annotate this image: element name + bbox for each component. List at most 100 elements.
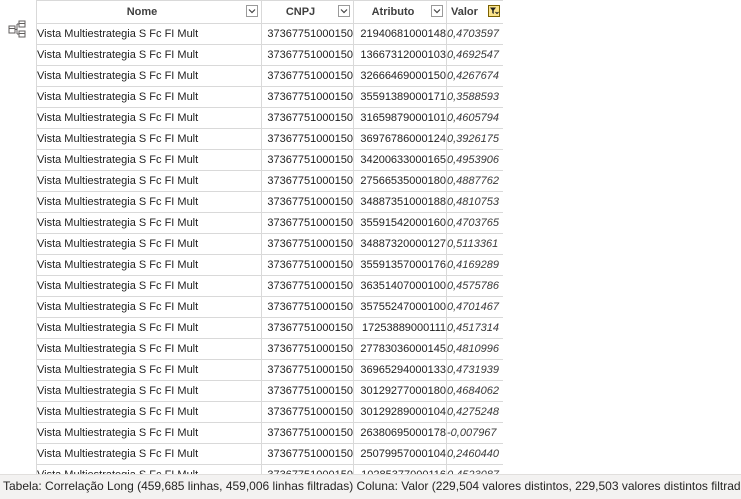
cell-cnpj[interactable]: 37367751000150 bbox=[261, 464, 354, 474]
cell-valor[interactable]: 0,4267674 bbox=[446, 65, 503, 87]
table-row[interactable]: Vista Multiestrategia S Fc FI Mult373677… bbox=[36, 359, 503, 381]
cell-atributo[interactable]: 35591357000176 bbox=[353, 254, 447, 276]
cell-atributo[interactable]: 35591542000160 bbox=[353, 212, 447, 234]
table-row[interactable]: Vista Multiestrategia S Fc FI Mult373677… bbox=[36, 212, 503, 234]
cell-cnpj[interactable]: 37367751000150 bbox=[261, 86, 354, 108]
cell-cnpj[interactable]: 37367751000150 bbox=[261, 401, 354, 423]
cell-valor[interactable]: 0,4684062 bbox=[446, 380, 503, 402]
chevron-down-icon[interactable] bbox=[431, 5, 443, 17]
cell-valor[interactable]: 0,4810753 bbox=[446, 191, 503, 213]
cell-atributo[interactable]: 27783036000145 bbox=[353, 338, 447, 360]
table-row[interactable]: Vista Multiestrategia S Fc FI Mult373677… bbox=[36, 338, 503, 360]
cell-atributo[interactable]: 34200633000165 bbox=[353, 149, 447, 171]
cell-valor[interactable]: 0,4701467 bbox=[446, 296, 503, 318]
table-row[interactable]: Vista Multiestrategia S Fc FI Mult373677… bbox=[36, 275, 503, 297]
cell-cnpj[interactable]: 37367751000150 bbox=[261, 317, 354, 339]
cell-valor[interactable]: 0,4275248 bbox=[446, 401, 503, 423]
cell-atributo[interactable]: 21940681000148 bbox=[353, 23, 447, 45]
cell-nome[interactable]: Vista Multiestrategia S Fc FI Mult bbox=[36, 170, 262, 192]
cell-atributo[interactable]: 34887351000188 bbox=[353, 191, 447, 213]
cell-valor[interactable]: -0,007967 bbox=[446, 422, 503, 444]
cell-nome[interactable]: Vista Multiestrategia S Fc FI Mult bbox=[36, 23, 262, 45]
cell-nome[interactable]: Vista Multiestrategia S Fc FI Mult bbox=[36, 443, 262, 465]
cell-cnpj[interactable]: 37367751000150 bbox=[261, 23, 354, 45]
cell-cnpj[interactable]: 37367751000150 bbox=[261, 65, 354, 87]
cell-atributo[interactable]: 36351407000100 bbox=[353, 275, 447, 297]
cell-cnpj[interactable]: 37367751000150 bbox=[261, 422, 354, 444]
cell-atributo[interactable]: 30129289000104 bbox=[353, 401, 447, 423]
cell-valor[interactable]: 0,4605794 bbox=[446, 107, 503, 129]
chevron-down-icon[interactable] bbox=[338, 5, 350, 17]
chevron-down-icon[interactable] bbox=[246, 5, 258, 17]
table-row[interactable]: Vista Multiestrategia S Fc FI Mult373677… bbox=[36, 128, 503, 150]
table-row[interactable]: Vista Multiestrategia S Fc FI Mult373677… bbox=[36, 422, 503, 444]
cell-cnpj[interactable]: 37367751000150 bbox=[261, 191, 354, 213]
cell-valor[interactable]: 0,4575786 bbox=[446, 275, 503, 297]
cell-atributo[interactable]: 35591389000171 bbox=[353, 86, 447, 108]
cell-valor[interactable]: 0,4731939 bbox=[446, 359, 503, 381]
cell-valor[interactable]: 0,3926175 bbox=[446, 128, 503, 150]
cell-nome[interactable]: Vista Multiestrategia S Fc FI Mult bbox=[36, 44, 262, 66]
cell-valor[interactable]: 0,4692547 bbox=[446, 44, 503, 66]
table-row[interactable]: Vista Multiestrategia S Fc FI Mult373677… bbox=[36, 86, 503, 108]
table-row[interactable]: Vista Multiestrategia S Fc FI Mult373677… bbox=[36, 191, 503, 213]
table-row[interactable]: Vista Multiestrategia S Fc FI Mult373677… bbox=[36, 464, 503, 474]
cell-cnpj[interactable]: 37367751000150 bbox=[261, 296, 354, 318]
column-header-nome[interactable]: Nome bbox=[36, 0, 262, 24]
cell-nome[interactable]: Vista Multiestrategia S Fc FI Mult bbox=[36, 65, 262, 87]
table-row[interactable]: Vista Multiestrategia S Fc FI Mult373677… bbox=[36, 380, 503, 402]
cell-atributo[interactable]: 30129277000180 bbox=[353, 380, 447, 402]
cell-cnpj[interactable]: 37367751000150 bbox=[261, 380, 354, 402]
cell-nome[interactable]: Vista Multiestrategia S Fc FI Mult bbox=[36, 401, 262, 423]
cell-atributo[interactable]: 10285377000116 bbox=[353, 464, 447, 474]
column-header-valor[interactable]: Valor bbox=[446, 0, 503, 24]
cell-atributo[interactable]: 27566535000180 bbox=[353, 170, 447, 192]
cell-valor[interactable]: 0,4517314 bbox=[446, 317, 503, 339]
column-header-atributo[interactable]: Atributo bbox=[353, 0, 447, 24]
table-row[interactable]: Vista Multiestrategia S Fc FI Mult373677… bbox=[36, 443, 503, 465]
cell-valor[interactable]: 0,2460440 bbox=[446, 443, 503, 465]
cell-atributo[interactable]: 34887320000127 bbox=[353, 233, 447, 255]
cell-nome[interactable]: Vista Multiestrategia S Fc FI Mult bbox=[36, 296, 262, 318]
cell-nome[interactable]: Vista Multiestrategia S Fc FI Mult bbox=[36, 380, 262, 402]
table-row[interactable]: Vista Multiestrategia S Fc FI Mult373677… bbox=[36, 44, 503, 66]
table-row[interactable]: Vista Multiestrategia S Fc FI Mult373677… bbox=[36, 401, 503, 423]
cell-atributo[interactable]: 36976786000124 bbox=[353, 128, 447, 150]
cell-cnpj[interactable]: 37367751000150 bbox=[261, 107, 354, 129]
cell-valor[interactable]: 0,4703765 bbox=[446, 212, 503, 234]
table-row[interactable]: Vista Multiestrategia S Fc FI Mult373677… bbox=[36, 317, 503, 339]
cell-cnpj[interactable]: 37367751000150 bbox=[261, 170, 354, 192]
cell-cnpj[interactable]: 37367751000150 bbox=[261, 275, 354, 297]
table-row[interactable]: Vista Multiestrategia S Fc FI Mult373677… bbox=[36, 107, 503, 129]
cell-cnpj[interactable]: 37367751000150 bbox=[261, 359, 354, 381]
cell-cnpj[interactable]: 37367751000150 bbox=[261, 443, 354, 465]
cell-valor[interactable]: 0,4810996 bbox=[446, 338, 503, 360]
cell-valor[interactable]: 0,5113361 bbox=[446, 233, 503, 255]
table-row[interactable]: Vista Multiestrategia S Fc FI Mult373677… bbox=[36, 149, 503, 171]
cell-valor[interactable]: 0,4169289 bbox=[446, 254, 503, 276]
model-relationship-icon[interactable] bbox=[7, 19, 27, 39]
table-row[interactable]: Vista Multiestrategia S Fc FI Mult373677… bbox=[36, 65, 503, 87]
cell-cnpj[interactable]: 37367751000150 bbox=[261, 44, 354, 66]
cell-cnpj[interactable]: 37367751000150 bbox=[261, 233, 354, 255]
cell-atributo[interactable]: 31659879000101 bbox=[353, 107, 447, 129]
cell-nome[interactable]: Vista Multiestrategia S Fc FI Mult bbox=[36, 107, 262, 129]
table-row[interactable]: Vista Multiestrategia S Fc FI Mult373677… bbox=[36, 254, 503, 276]
cell-atributo[interactable]: 26380695000178 bbox=[353, 422, 447, 444]
cell-valor[interactable]: 0,4703597 bbox=[446, 23, 503, 45]
cell-nome[interactable]: Vista Multiestrategia S Fc FI Mult bbox=[36, 191, 262, 213]
cell-nome[interactable]: Vista Multiestrategia S Fc FI Mult bbox=[36, 359, 262, 381]
funnel-filter-icon[interactable] bbox=[488, 5, 500, 17]
table-row[interactable]: Vista Multiestrategia S Fc FI Mult373677… bbox=[36, 233, 503, 255]
cell-cnpj[interactable]: 37367751000150 bbox=[261, 254, 354, 276]
cell-nome[interactable]: Vista Multiestrategia S Fc FI Mult bbox=[36, 149, 262, 171]
cell-cnpj[interactable]: 37367751000150 bbox=[261, 128, 354, 150]
cell-nome[interactable]: Vista Multiestrategia S Fc FI Mult bbox=[36, 317, 262, 339]
cell-valor[interactable]: 0,4953906 bbox=[446, 149, 503, 171]
table-row[interactable]: Vista Multiestrategia S Fc FI Mult373677… bbox=[36, 23, 503, 45]
cell-cnpj[interactable]: 37367751000150 bbox=[261, 149, 354, 171]
cell-atributo[interactable]: 35755247000100 bbox=[353, 296, 447, 318]
cell-nome[interactable]: Vista Multiestrategia S Fc FI Mult bbox=[36, 275, 262, 297]
cell-nome[interactable]: Vista Multiestrategia S Fc FI Mult bbox=[36, 212, 262, 234]
cell-nome[interactable]: Vista Multiestrategia S Fc FI Mult bbox=[36, 254, 262, 276]
